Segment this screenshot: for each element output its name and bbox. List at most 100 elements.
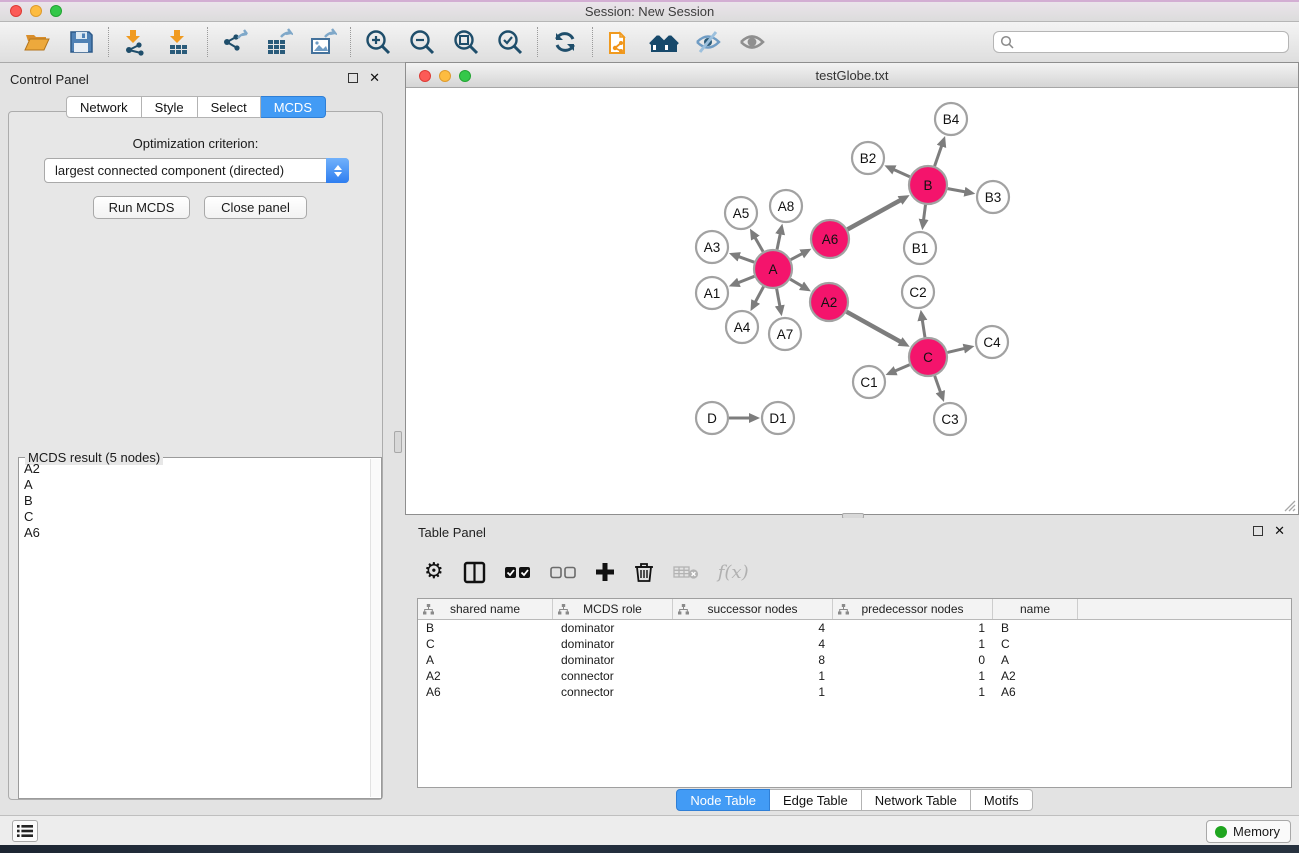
column-header-shared-name[interactable]: shared name: [418, 599, 553, 619]
table-cell[interactable]: dominator: [553, 652, 673, 668]
graph-node-D1[interactable]: D1: [762, 402, 794, 434]
column-header-successor-nodes[interactable]: successor nodes: [673, 599, 833, 619]
zoom-in-icon[interactable]: [363, 27, 393, 57]
table-cell[interactable]: A2: [993, 668, 1078, 684]
result-scrollbar[interactable]: [370, 459, 380, 797]
export-network-icon[interactable]: [220, 27, 250, 57]
table-cell[interactable]: connector: [553, 684, 673, 700]
result-list-item[interactable]: A2: [20, 461, 370, 477]
first-neighbors-icon[interactable]: [649, 27, 679, 57]
deselect-all-columns-icon[interactable]: [550, 558, 576, 586]
graph-edge-A-A1[interactable]: [736, 276, 754, 283]
table-row[interactable]: A2connector11A2: [418, 668, 1291, 684]
graph-edge-A2-C[interactable]: [846, 312, 902, 343]
graph-edge-A-A3[interactable]: [736, 256, 754, 262]
graph-node-B4[interactable]: B4: [935, 103, 967, 135]
graph-edge-C-C4[interactable]: [947, 348, 966, 353]
result-list-item[interactable]: A6: [20, 525, 370, 541]
table-close-panel-icon[interactable]: ✕: [1274, 525, 1285, 537]
table-cell[interactable]: A6: [418, 684, 553, 700]
graph-node-B3[interactable]: B3: [977, 181, 1009, 213]
select-all-columns-icon[interactable]: [505, 558, 531, 586]
graph-node-C1[interactable]: C1: [853, 366, 885, 398]
run-mcds-button[interactable]: Run MCDS: [93, 196, 190, 219]
refresh-layout-icon[interactable]: [550, 27, 580, 57]
export-image-icon[interactable]: [308, 27, 338, 57]
table-cell[interactable]: dominator: [553, 636, 673, 652]
graph-edge-A-A7[interactable]: [777, 289, 781, 309]
graph-node-B2[interactable]: B2: [852, 142, 884, 174]
import-table-icon[interactable]: [165, 27, 195, 57]
graph-edge-A6-B[interactable]: [848, 199, 903, 229]
graph-node-A2[interactable]: A2: [810, 283, 848, 321]
table-cell[interactable]: C: [993, 636, 1078, 652]
table-cell[interactable]: B: [418, 620, 553, 636]
float-panel-icon[interactable]: [348, 73, 358, 83]
result-list-item[interactable]: B: [20, 493, 370, 509]
graph-node-A8[interactable]: A8: [770, 190, 802, 222]
table-cell[interactable]: A: [418, 652, 553, 668]
task-history-button[interactable]: [12, 820, 38, 842]
table-cell[interactable]: C: [418, 636, 553, 652]
table-cell[interactable]: 1: [833, 684, 993, 700]
table-cell[interactable]: A2: [418, 668, 553, 684]
table-options-icon[interactable]: ⚙: [424, 558, 444, 586]
graph-node-D[interactable]: D: [696, 402, 728, 434]
table-cell[interactable]: 1: [673, 668, 833, 684]
graph-node-A[interactable]: A: [754, 250, 792, 288]
graph-edge-B-B2[interactable]: [892, 169, 910, 177]
hide-selected-icon[interactable]: [693, 27, 723, 57]
graph-edge-B-B4[interactable]: [935, 144, 943, 167]
graph-node-C2[interactable]: C2: [902, 276, 934, 308]
graph-edge-A-A6[interactable]: [791, 253, 805, 260]
open-session-icon[interactable]: [22, 27, 52, 57]
column-header-predecessor-nodes[interactable]: predecessor nodes: [833, 599, 993, 619]
table-cell[interactable]: 8: [673, 652, 833, 668]
column-header-name[interactable]: name: [993, 599, 1078, 619]
graph-node-A5[interactable]: A5: [725, 197, 757, 229]
tab-network[interactable]: Network: [66, 96, 142, 118]
result-list-item[interactable]: A: [20, 477, 370, 493]
import-network-icon[interactable]: [121, 27, 151, 57]
graph-edge-B-B1[interactable]: [923, 205, 925, 222]
tab-style[interactable]: Style: [142, 96, 198, 118]
column-header-MCDS-role[interactable]: MCDS role: [553, 599, 673, 619]
tab-edge-table[interactable]: Edge Table: [770, 789, 862, 811]
function-builder-icon[interactable]: f(x): [718, 558, 749, 586]
tab-network-table[interactable]: Network Table: [862, 789, 971, 811]
table-cell[interactable]: A6: [993, 684, 1078, 700]
graph-edge-C-C3[interactable]: [935, 376, 942, 395]
new-network-from-selection-icon[interactable]: [605, 27, 635, 57]
show-columns-icon[interactable]: [463, 558, 486, 586]
table-cell[interactable]: 1: [833, 620, 993, 636]
table-cell[interactable]: 1: [673, 684, 833, 700]
tab-node-table[interactable]: Node Table: [676, 789, 770, 811]
graph-node-A4[interactable]: A4: [726, 311, 758, 343]
zoom-selected-icon[interactable]: [495, 27, 525, 57]
table-cell[interactable]: B: [993, 620, 1078, 636]
table-cell[interactable]: 1: [833, 668, 993, 684]
graph-node-C3[interactable]: C3: [934, 403, 966, 435]
table-row[interactable]: A6connector11A6: [418, 684, 1291, 700]
graph-node-C4[interactable]: C4: [976, 326, 1008, 358]
search-field[interactable]: [993, 31, 1289, 53]
memory-button[interactable]: Memory: [1206, 820, 1291, 843]
tab-mcds[interactable]: MCDS: [261, 96, 326, 118]
delete-columns-icon[interactable]: [634, 558, 654, 586]
table-cell[interactable]: 4: [673, 620, 833, 636]
table-cell[interactable]: connector: [553, 668, 673, 684]
table-cell[interactable]: 4: [673, 636, 833, 652]
search-input[interactable]: [1018, 35, 1282, 49]
graph-node-A6[interactable]: A6: [811, 220, 849, 258]
graph-edge-C-C1[interactable]: [893, 365, 910, 372]
tab-motifs[interactable]: Motifs: [971, 789, 1033, 811]
graph-edge-A-A2[interactable]: [790, 279, 804, 287]
graph-node-A1[interactable]: A1: [696, 277, 728, 309]
graph-node-A3[interactable]: A3: [696, 231, 728, 263]
zoom-fit-icon[interactable]: [451, 27, 481, 57]
table-cell[interactable]: 0: [833, 652, 993, 668]
delete-table-icon[interactable]: [673, 558, 699, 586]
graph-edge-A-A5[interactable]: [754, 236, 763, 252]
graph-edge-C-C2[interactable]: [922, 318, 925, 338]
table-row[interactable]: Bdominator41B: [418, 620, 1291, 636]
